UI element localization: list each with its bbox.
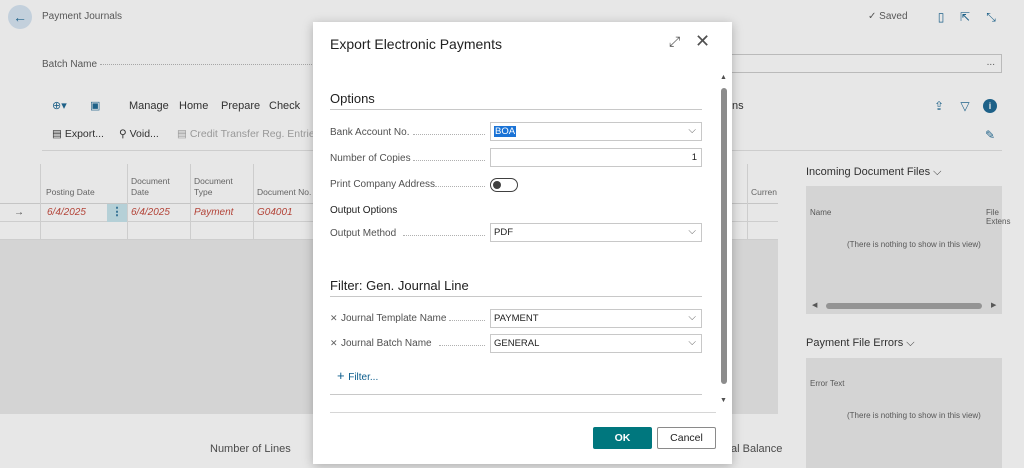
dialog-title: Export Electronic Payments — [330, 36, 502, 52]
bank-account-label: Bank Account No. — [330, 127, 410, 138]
close-icon[interactable]: ✕ — [695, 31, 710, 52]
cancel-button[interactable]: Cancel — [657, 427, 716, 449]
leader-dots — [413, 160, 485, 161]
section-divider — [330, 109, 702, 110]
leader-dots — [439, 345, 485, 346]
journal-batch-field[interactable]: GENERAL ⌵ — [490, 334, 702, 353]
bank-account-value: BOA — [494, 126, 517, 137]
print-company-toggle[interactable] — [490, 178, 518, 192]
export-electronic-payments-dialog: Export Electronic Payments ⤢ ✕ Options B… — [313, 22, 732, 464]
add-filter-label: Filter... — [348, 372, 379, 383]
expand-icon[interactable]: ⤢ — [669, 33, 680, 50]
remove-filter-icon[interactable]: ✕ — [330, 313, 338, 324]
journal-batch-label: Journal Batch Name — [341, 338, 432, 349]
leader-dots — [435, 186, 485, 187]
section-divider — [330, 296, 702, 297]
output-method-label: Output Method — [330, 228, 397, 239]
options-section-title: Options — [330, 91, 375, 106]
vertical-scrollbar[interactable] — [721, 88, 727, 384]
output-options-header: Output Options — [330, 205, 398, 216]
leader-dots — [403, 235, 485, 236]
journal-template-value: PAYMENT — [494, 313, 539, 324]
output-method-value: PDF — [494, 227, 513, 238]
toggle-knob — [493, 181, 501, 189]
dialog-footer-divider — [330, 412, 716, 413]
journal-batch-value: GENERAL — [494, 338, 540, 349]
chevron-down-icon[interactable]: ⌵ — [688, 312, 696, 323]
add-filter-link[interactable]: + Filter... — [337, 368, 378, 383]
chevron-down-icon[interactable]: ⌵ — [688, 125, 696, 136]
copies-label: Number of Copies — [330, 153, 411, 164]
chevron-down-icon[interactable]: ⌵ — [688, 337, 696, 348]
journal-template-field[interactable]: PAYMENT ⌵ — [490, 309, 702, 328]
section-divider — [330, 394, 702, 395]
journal-template-label: Journal Template Name — [341, 313, 447, 324]
leader-dots — [449, 320, 485, 321]
copies-field[interactable]: 1 — [490, 148, 702, 167]
scroll-up-icon[interactable]: ▲ — [720, 74, 727, 81]
leader-dots — [413, 134, 485, 135]
copies-value: 1 — [691, 152, 697, 163]
bank-account-field[interactable]: BOA ⌵ — [490, 122, 702, 141]
print-company-label: Print Company Address — [330, 179, 436, 190]
plus-icon: + — [337, 368, 349, 383]
chevron-down-icon[interactable]: ⌵ — [688, 226, 696, 237]
scroll-down-icon[interactable]: ▼ — [720, 397, 727, 404]
ok-button[interactable]: OK — [593, 427, 652, 449]
output-method-select[interactable]: PDF ⌵ — [490, 223, 702, 242]
remove-filter-icon[interactable]: ✕ — [330, 338, 338, 349]
filter-section-title: Filter: Gen. Journal Line — [330, 278, 469, 293]
